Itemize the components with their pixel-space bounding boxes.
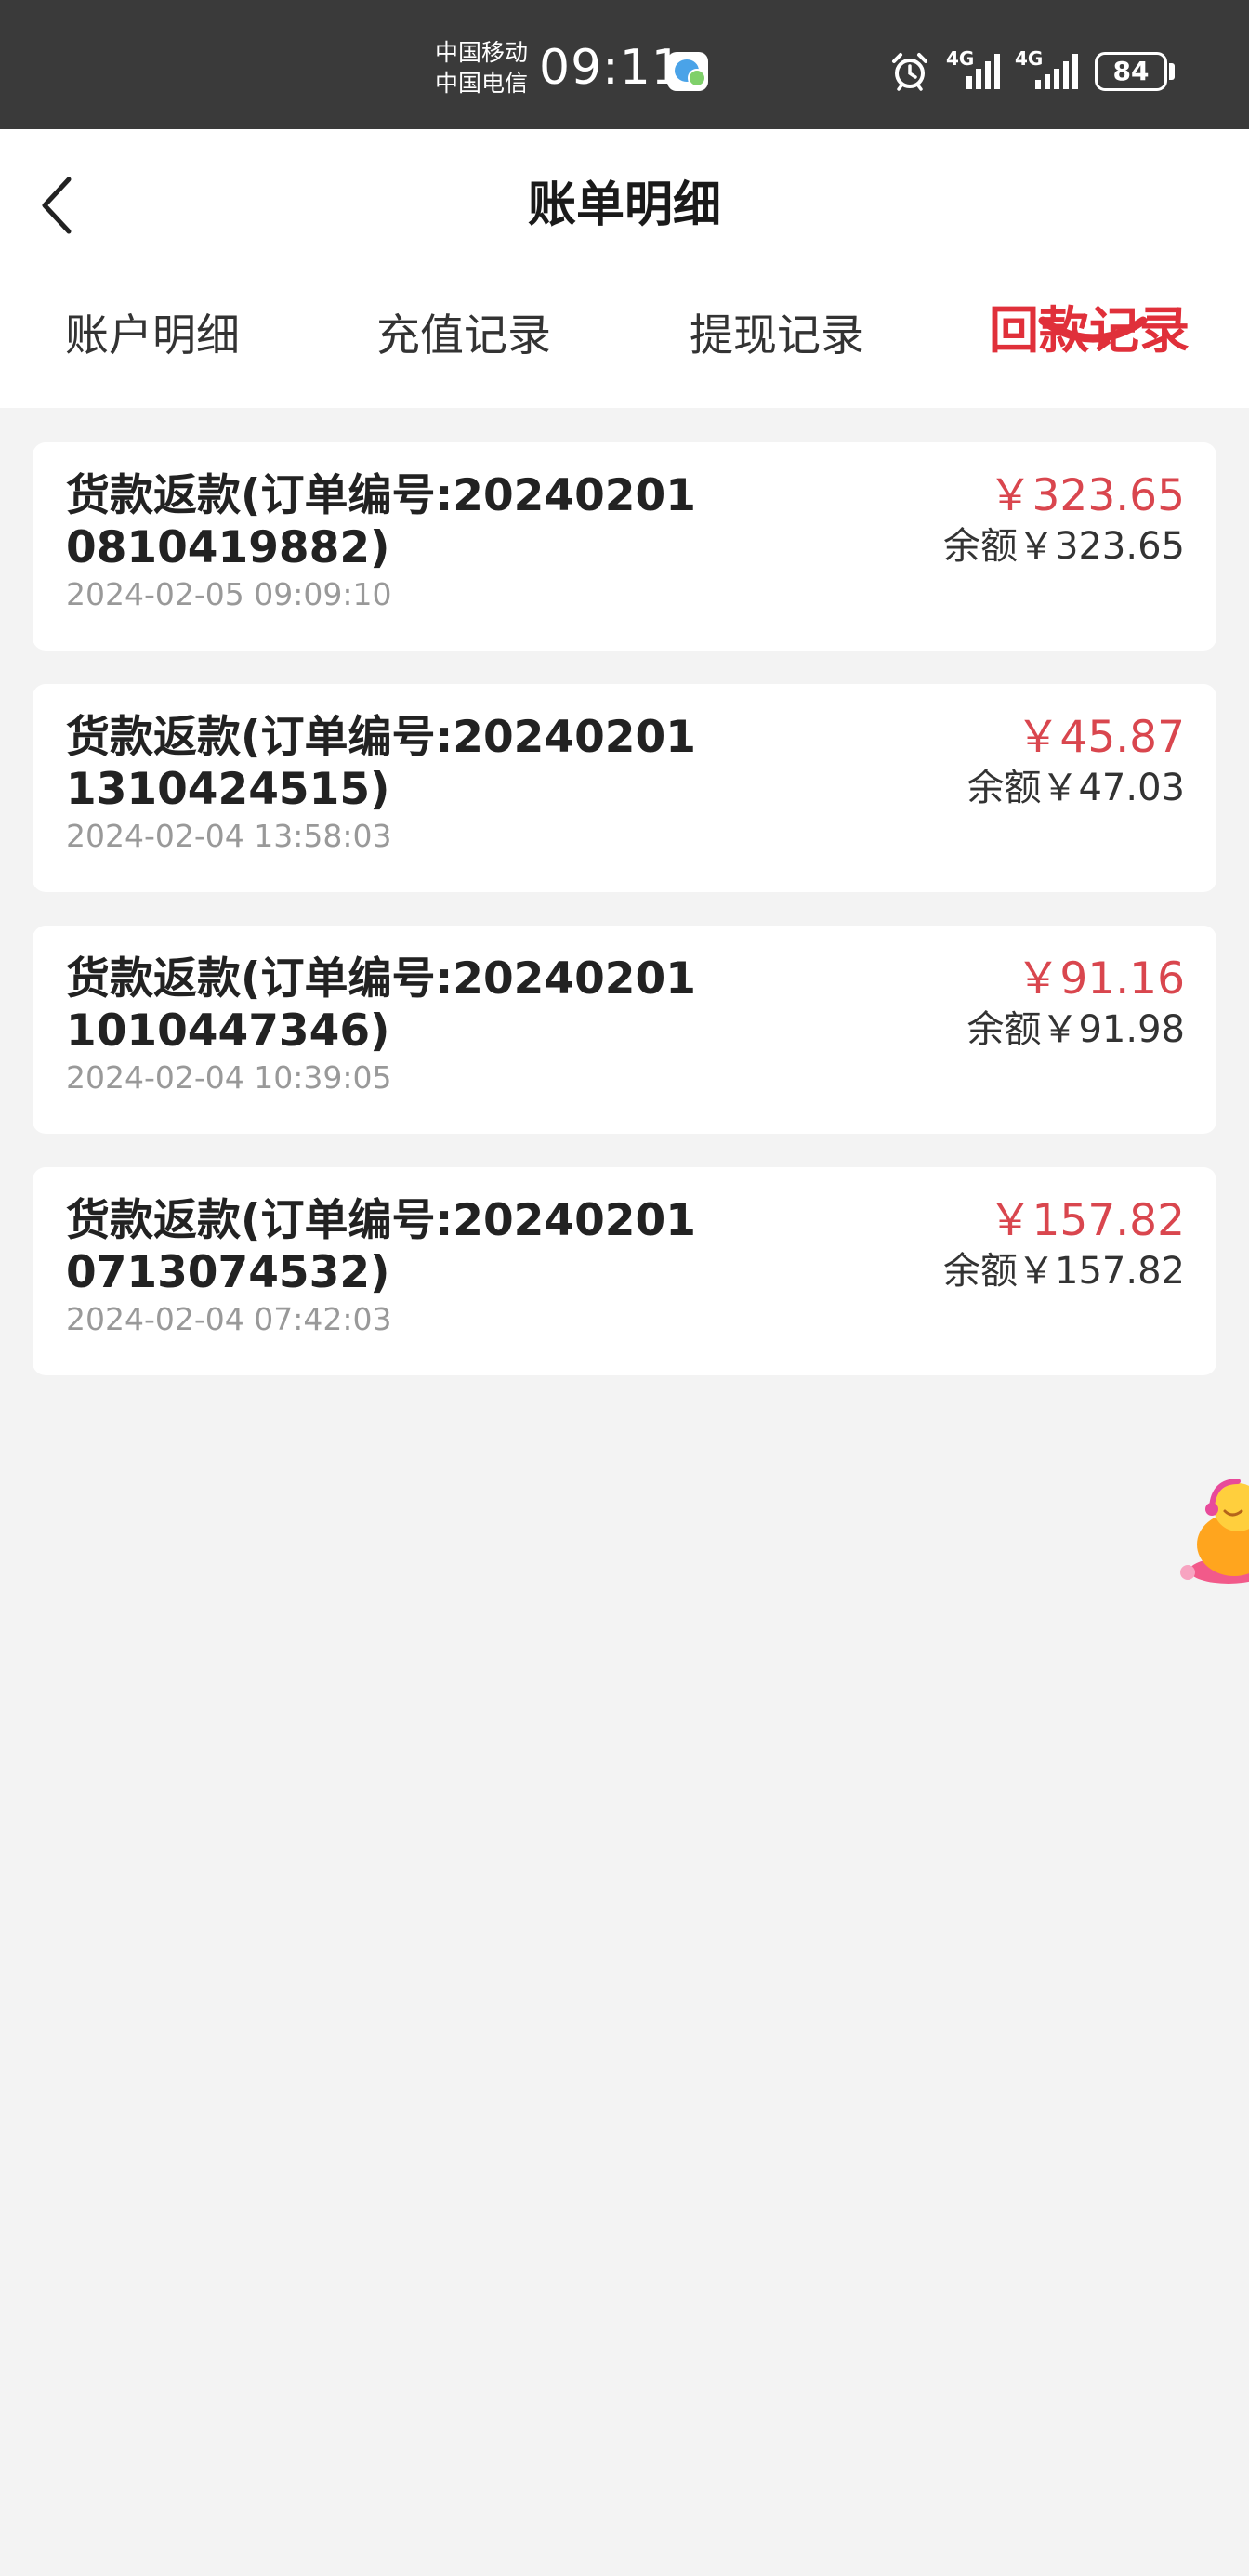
record-time: 2024-02-04 13:58:03 — [66, 818, 392, 854]
record-balance: 余额￥157.82 — [943, 1250, 1185, 1293]
alarm-icon — [892, 53, 927, 91]
record-amount: ￥45.87 — [1016, 712, 1185, 763]
tab-account-details[interactable]: 账户明细 — [65, 306, 240, 367]
record-balance: 余额￥91.98 — [966, 1008, 1185, 1051]
repayment-record-list: 货款返款(订单编号:20240201081041988​2) 2024-02-0… — [33, 442, 1216, 1409]
record-balance: 余额￥47.03 — [966, 767, 1185, 809]
tab-withdrawal-records[interactable]: 提现记录 — [690, 306, 864, 367]
customer-service-float-icon[interactable] — [1180, 1470, 1249, 1591]
record-card[interactable]: 货款返款(订单编号:202402011310424515) 2024-02-04… — [33, 684, 1216, 892]
page-title: 账单明细 — [527, 177, 721, 233]
record-balance: 余额￥323.65 — [943, 525, 1185, 568]
record-title: 货款返款(订单编号:202402010713074532) — [66, 1195, 696, 1298]
record-title: 货款返款(订单编号:202402011310424515) — [66, 712, 696, 815]
battery-tip — [1169, 63, 1175, 80]
record-time: 2024-02-04 07:42:03 — [66, 1301, 392, 1337]
status-bar: 中国移动 中国电信 09:11 4G 4G 84 — [0, 0, 1249, 129]
sim1-signal-icon: 4G — [946, 48, 1009, 95]
record-card[interactable]: 货款返款(订单编号:20240201081041988​2) 2024-02-0… — [33, 442, 1216, 651]
chat-app-notification-icon — [667, 52, 708, 91]
record-amount: ￥157.82 — [988, 1195, 1185, 1246]
active-tab-indicator — [1038, 316, 1148, 343]
carrier-1: 中国移动 — [435, 39, 529, 66]
record-title: 货款返款(订单编号:20240201081041988​2) — [66, 470, 696, 573]
record-card[interactable]: 货款返款(订单编号:202402011010447346) 2024-02-04… — [33, 926, 1216, 1134]
record-card[interactable]: 货款返款(订单编号:202402010713074532) 2024-02-04… — [33, 1167, 1216, 1375]
record-amount: ￥91.16 — [1016, 953, 1185, 1005]
record-time: 2024-02-04 10:39:05 — [66, 1059, 392, 1096]
sim2-signal-icon: 4G — [1015, 48, 1078, 95]
tab-recharge-records[interactable]: 充值记录 — [376, 306, 551, 367]
record-amount: ￥323.65 — [988, 470, 1185, 521]
record-title: 货款返款(订单编号:202402011010447346) — [66, 953, 696, 1057]
battery-icon: 84 — [1095, 52, 1167, 91]
carrier-labels: 中国移动 中国电信 — [435, 37, 528, 99]
carrier-2: 中国电信 — [435, 70, 529, 97]
page-header: 账单明细 账户明细 充值记录 提现记录 回款记录 — [0, 129, 1249, 408]
record-time: 2024-02-05 09:09:10 — [66, 576, 392, 612]
status-time: 09:11 — [539, 40, 683, 96]
battery-level: 84 — [1112, 56, 1150, 86]
